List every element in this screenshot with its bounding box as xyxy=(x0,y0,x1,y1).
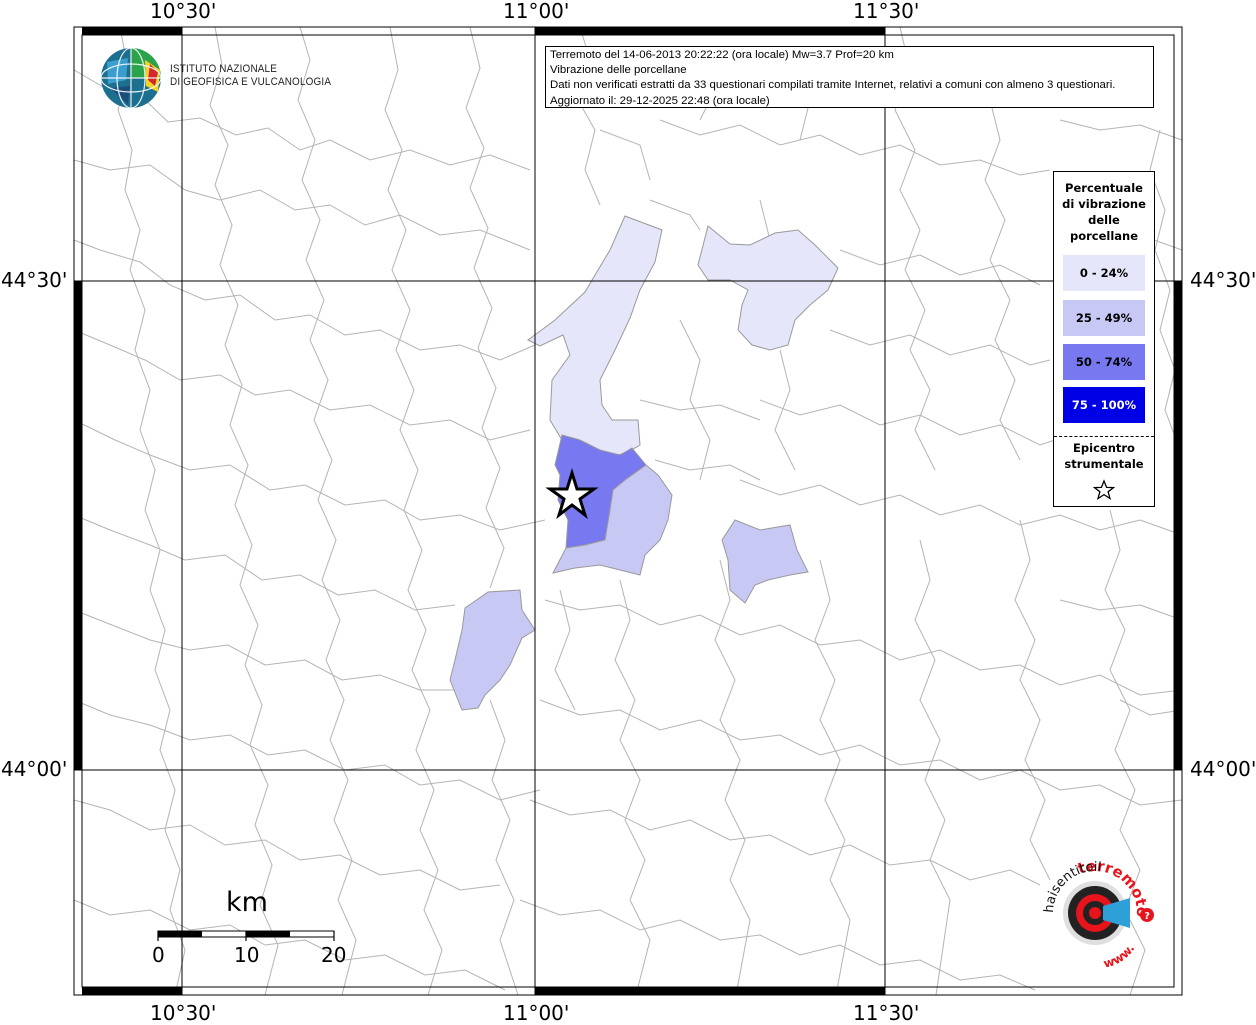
lat-label-left-4430: 44°30' xyxy=(1,268,68,292)
logo-line-2: DI GEOFISICA E VULCANOLOGIA xyxy=(170,76,332,88)
scale-tick-10: 10 xyxy=(234,943,260,967)
legend-title: Percentuale di vibrazione delle porcella… xyxy=(1062,181,1146,243)
scale-tick-0: 0 xyxy=(152,943,165,967)
scale-tick-20: 20 xyxy=(321,943,347,967)
legend-star-icon xyxy=(1093,479,1115,500)
lat-label-right-4430: 44°30' xyxy=(1190,268,1256,292)
lon-label-top-1130: 11°30' xyxy=(853,0,920,23)
ingv-logo-icon xyxy=(100,47,162,109)
legend-item-0-24: 0 - 24% xyxy=(1063,255,1145,291)
intensity-map: ? terremoto.it haisentitoil www. xyxy=(0,0,1183,996)
event-data-note: Dati non verificati estratti da 33 quest… xyxy=(550,79,1116,92)
event-updated: Aggiornato il: 29-12-2025 22:48 (ora loc… xyxy=(550,94,770,107)
scale-unit-label: km xyxy=(226,887,268,918)
event-info-box: Terremoto del 14-06-2013 20:22:22 (ora l… xyxy=(545,46,1154,108)
legend-item-25-49: 25 - 49% xyxy=(1063,300,1145,336)
lon-label-bottom-1130: 11°30' xyxy=(853,1001,920,1025)
logo-line-1: ISTITUTO NAZIONALE xyxy=(170,63,278,75)
event-subtitle: Vibrazione delle porcellane xyxy=(550,64,687,77)
legend-item-50-74: 50 - 74% xyxy=(1063,344,1145,380)
event-title: Terremoto del 14-06-2013 20:22:22 (ora l… xyxy=(550,49,894,61)
lon-label-bottom-1100: 11°00' xyxy=(503,1001,570,1025)
legend: Percentuale di vibrazione delle porcella… xyxy=(1053,171,1155,507)
legend-epicenter-label: Epicentro strumentale xyxy=(1064,441,1144,471)
lon-label-top-1030: 10°30' xyxy=(150,0,217,23)
lat-label-left-4400: 44°00' xyxy=(1,757,68,781)
lat-label-right-4400: 44°00' xyxy=(1190,757,1256,781)
ingv-logo-text: ISTITUTO NAZIONALE DI GEOFISICA E VULCAN… xyxy=(170,63,331,89)
legend-separator xyxy=(1054,436,1154,437)
lon-label-bottom-1030: 10°30' xyxy=(150,1001,217,1025)
lon-label-top-1100: 11°00' xyxy=(503,0,570,23)
legend-item-75-100: 75 - 100% xyxy=(1063,387,1145,423)
